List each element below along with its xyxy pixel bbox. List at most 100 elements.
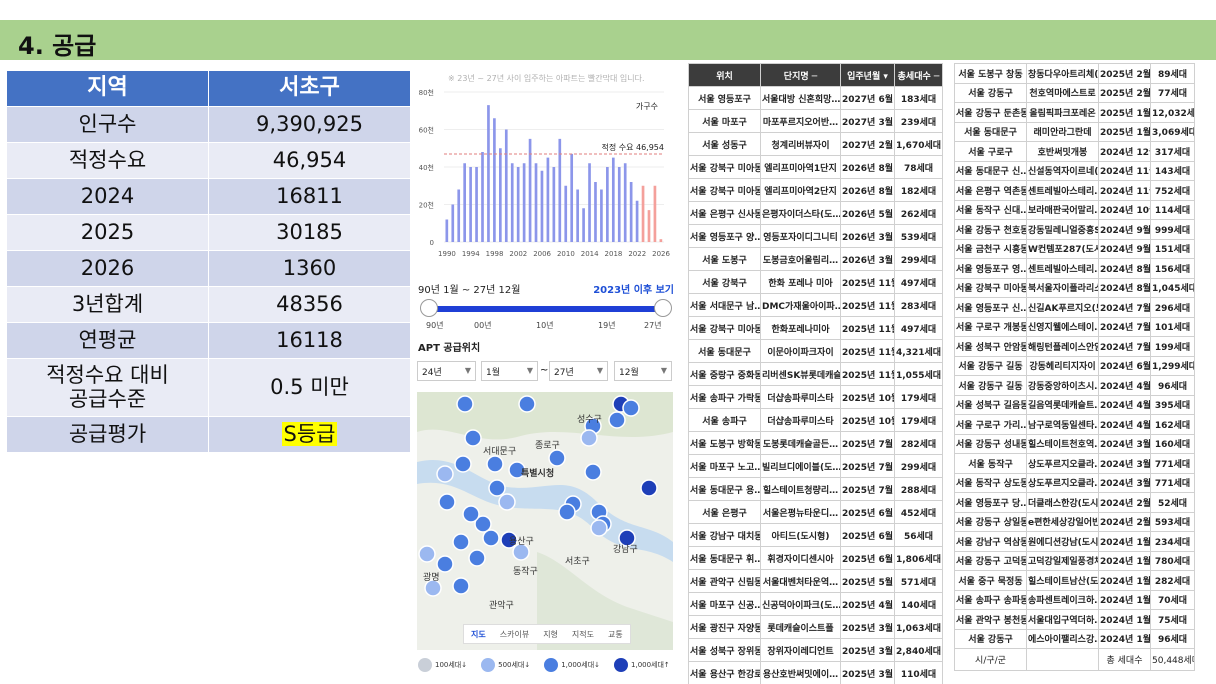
table-row[interactable]: 서울 성북구 길음동 길음역롯데캐슬트… 2024년 4월 395세대 (954, 394, 1195, 415)
supply-map[interactable]: 종로구 특별시청 서대문구 용산구 서초구 강남구 관악구 동작구 광명 성수구… (417, 392, 673, 650)
table-row[interactable]: 서울 영등포구 서울대방 신혼희망… 2027년 6월 183세대 (688, 86, 943, 110)
table-row[interactable]: 서울 강동구 길동 강동중앙하이츠시… 2024년 4월 96세대 (954, 375, 1195, 396)
table-row[interactable]: 서울 관악구 봉천동 서울대입구역더하… 2024년 1월 75세대 (954, 609, 1195, 630)
year-range-slider[interactable]: 90년 00년 10년 19년 27년 (418, 298, 674, 334)
table-row[interactable]: 서울 송파구 더샵송파루미스타 2025년 10월 179세대 (688, 408, 943, 432)
table-row[interactable]: 서울 관악구 신림동 서울대벤처타운역… 2025년 5월 571세대 (688, 569, 943, 593)
table-row[interactable]: 서울 강동구 둔촌동올림픽파크포레온2025년 1월12,032세대 (954, 102, 1195, 123)
table-row[interactable]: 서울 강북구 미아동 엘리프미아역1단지 2026년 8월 78세대 (688, 155, 943, 179)
map-pin-icon[interactable] (580, 429, 598, 447)
end-month-select[interactable]: 12월 ▼ (614, 361, 672, 381)
table-row[interactable]: 서울 은평구 역촌동센트레빌아스테리…2024년 11월752세대 (954, 180, 1195, 201)
table-row[interactable]: 서울 강동구 에스아이팰리스강… 2024년 1월 96세대 (954, 628, 1195, 649)
table-row[interactable]: 서울 성동구 청계리버뷰자이 2027년 2월 1,670세대 (688, 132, 943, 156)
table-row[interactable]: 서울 강북구 미아동 엘리프미아역2단지 2026년 8월 182세대 (688, 178, 943, 202)
start-month-select[interactable]: 1월 ▼ (481, 361, 538, 381)
table-row[interactable]: 서울 강동구 천호동강동밀레니얼중흥S…2024년 9월999세대 (954, 219, 1195, 240)
start-year-select[interactable]: 24년 ▼ (417, 361, 476, 381)
table-row[interactable]: 서울 강남구 대치동 아티드(도시형) 2025년 6월 56세대 (688, 523, 943, 547)
table-row[interactable]: 서울 서대문구 남… DMC가재울아이파… 2025년 11월 283세대 (688, 293, 943, 317)
map-pin-icon[interactable] (584, 463, 602, 481)
table-row[interactable]: 서울 송파구 가락동 더샵송파루미스타 2025년 10월 179세대 (688, 385, 943, 409)
map-pin-icon[interactable] (488, 479, 506, 497)
map-pin-icon[interactable] (454, 455, 472, 473)
column-header-households[interactable]: 총세대수 ─ (894, 63, 943, 87)
table-row[interactable]: 서울 광진구 자양동 롯데캐슬이스트폴 2025년 3월 1,063세대 (688, 615, 943, 639)
map-tab-map[interactable]: 지도 (464, 625, 493, 643)
table-row[interactable]: 서울 동대문구 휘… 휘경자이디센시아 2025년 6월 1,806세대 (688, 546, 943, 570)
table-row[interactable]: 서울 중랑구 중화동 리버센SK뷰롯데캐슬 2025년 11월 1,055세대 (688, 362, 943, 386)
map-pin-icon[interactable] (622, 399, 640, 417)
table-row[interactable]: 서울 마포구 노고… 빌리브디에이블(도… 2025년 7월 299세대 (688, 454, 943, 478)
table-row[interactable]: 서울 성북구 장위동 장위자이레디언트 2025년 3월 2,840세대 (688, 638, 943, 662)
table-row[interactable]: 서울 동작구 상도동 상도푸르지오클라… 2024년 3월 771세대 (954, 472, 1195, 493)
map-pin-icon[interactable] (518, 395, 536, 413)
table-row[interactable]: 서울 동작구 신대…보라매판국어말리…2024년 10월114세대 (954, 199, 1195, 220)
table-row[interactable]: 서울 은평구 신사동 은평자이더스타(도… 2026년 5월 262세대 (688, 201, 943, 225)
table-row[interactable]: 서울 영등포구 신…신길AK푸르지오(도…2024년 7월296세대 (954, 297, 1195, 318)
table-row[interactable]: 서울 동작구 상도푸르지오클라… 2024년 3월 771세대 (954, 453, 1195, 474)
map-pin-icon[interactable] (608, 411, 626, 429)
map-pin-icon[interactable] (452, 533, 470, 551)
table-row[interactable]: 서울 동대문구 용… 힐스테이트청량리… 2025년 7월 288세대 (688, 477, 943, 501)
end-year-select[interactable]: 27년 ▼ (549, 361, 608, 381)
map-pin-icon[interactable] (498, 493, 516, 511)
map-pin-icon[interactable] (590, 519, 608, 537)
map-tab-traffic[interactable]: 교통 (601, 625, 630, 643)
table-row[interactable]: 서울 강북구 미아동 북서울자이폴라리스 2024년 8월 1,045세대 (954, 277, 1195, 298)
table-row[interactable]: 서울 도봉구 방학동 도봉롯데캐슬골든… 2025년 7월 282세대 (688, 431, 943, 455)
table-row[interactable]: 서울 구로구 개봉동 신영지웰에스테이… 2024년 7월 101세대 (954, 316, 1195, 337)
map-pin-icon[interactable] (640, 479, 658, 497)
table-row[interactable]: 서울 강남구 역삼동원에디션강남(도시형)2024년 1월234세대 (954, 531, 1195, 552)
column-header-move-in[interactable]: 입주년월 ▾ (840, 63, 895, 87)
table-row[interactable]: 서울 도봉구 창동창동다우아트리체(…2025년 2월89세대 (954, 63, 1195, 84)
table-row[interactable]: 서울 마포구 마포푸르지오어반… 2027년 3월 239세대 (688, 109, 943, 133)
map-pin-icon[interactable] (558, 503, 576, 521)
map-pin-icon[interactable] (456, 395, 474, 413)
map-pin-icon[interactable] (468, 549, 486, 567)
map-pin-icon[interactable] (436, 465, 454, 483)
bar (546, 157, 550, 242)
column-header-location[interactable]: 위치 (688, 63, 761, 87)
slider-end-handle[interactable] (654, 299, 672, 317)
map-tab-skyview[interactable]: 스카이뷰 (493, 625, 536, 643)
table-row[interactable]: 서울 영등포구 영… 센트레빌아스테리… 2024년 8월 156세대 (954, 258, 1195, 279)
table-row[interactable]: 서울 강북구 한화 포레나 미아 2025년 11월 497세대 (688, 270, 943, 294)
table-row[interactable]: 서울 송파구 송파동 송파센트레이크하… 2024년 1월 70세대 (954, 589, 1195, 610)
table-row[interactable]: 서울 강동구 길동 강동헤리티지자이 2024년 6월 1,299세대 (954, 355, 1195, 376)
table-row[interactable]: 서울 영등포구 양… 영등포자이디그니티 2026년 3월 539세대 (688, 224, 943, 248)
map-pin-icon[interactable] (452, 577, 470, 595)
table-row[interactable]: 서울 구로구 가리… 남구로역동일센타… 2024년 4월 162세대 (954, 414, 1195, 435)
table-row[interactable]: 서울 동대문구 래미안라그란데 2025년 1월 3,069세대 (954, 121, 1195, 142)
map-tab-terrain[interactable]: 지형 (536, 625, 565, 643)
table-row[interactable]: 서울 마포구 신공… 신공덕아이파크(도… 2025년 4월 140세대 (688, 592, 943, 616)
range-row: 90년 1월 ~ 27년 12월 2023년 이후 보기 (418, 281, 674, 296)
map-tab-cadastral[interactable]: 지적도 (565, 625, 601, 643)
map-pin-icon[interactable] (418, 545, 436, 563)
table-row[interactable]: 서울 강북구 미아동 한화포레나미아 2025년 11월 497세대 (688, 316, 943, 340)
map-pin-icon[interactable] (464, 429, 482, 447)
map-pin-icon[interactable] (548, 449, 566, 467)
after-2023-link[interactable]: 2023년 이후 보기 (593, 281, 674, 296)
table-row[interactable]: 서울 강동구 상일동e편한세상강일어반…2024년 2월593세대 (954, 511, 1195, 532)
table-row[interactable]: 서울 금천구 시흥동W컨템포287(도시형)2024년 9월151세대 (954, 238, 1195, 259)
cell-households: 160세대 (1150, 433, 1195, 454)
table-row[interactable]: 서울 영등포구 당…더클래스한강(도시형)2024년 2월52세대 (954, 492, 1195, 513)
table-row[interactable]: 서울 강동구 고덕동 고덕강일제일풍경채 2024년 1월 780세대 (954, 550, 1195, 571)
table-row[interactable]: 서울 동대문구 신…신설동역자이르네(…2024년 11월143세대 (954, 160, 1195, 181)
column-header-complex[interactable]: 단지명 ─ (760, 63, 841, 87)
map-pin-icon[interactable] (486, 455, 504, 473)
map-pin-icon[interactable] (482, 529, 500, 547)
table-row[interactable]: 서울 용산구 한강로 용산호반써밋에이… 2025년 3월 110세대 (688, 661, 943, 684)
table-row[interactable]: 서울 강동구 성내동 힐스테이트천호역… 2024년 3월 160세대 (954, 433, 1195, 454)
table-row[interactable]: 서울 은평구 서울은평뉴타운디… 2025년 6월 452세대 (688, 500, 943, 524)
table-row[interactable]: 서울 성북구 안암동 해링턴플레이스안암 2024년 7월 199세대 (954, 336, 1195, 357)
table-row[interactable]: 서울 동대문구 이문아이파크자이 2025년 11월 4,321세대 (688, 339, 943, 363)
table-row[interactable]: 서울 중구 묵정동힐스테이트남산(도…2024년 1월282세대 (954, 570, 1195, 591)
table-row[interactable]: 서울 구로구호반써밋개봉2024년 12월317세대 (954, 141, 1195, 162)
slider-start-handle[interactable] (420, 299, 438, 317)
map-pin-icon[interactable] (438, 493, 456, 511)
table-row[interactable]: 서울 도봉구 도봉금호어울림리… 2026년 3월 299세대 (688, 247, 943, 271)
map-pin-icon[interactable] (462, 505, 480, 523)
table-row[interactable]: 서울 강동구 천호역마에스트로 2025년 2월 77세대 (954, 82, 1195, 103)
